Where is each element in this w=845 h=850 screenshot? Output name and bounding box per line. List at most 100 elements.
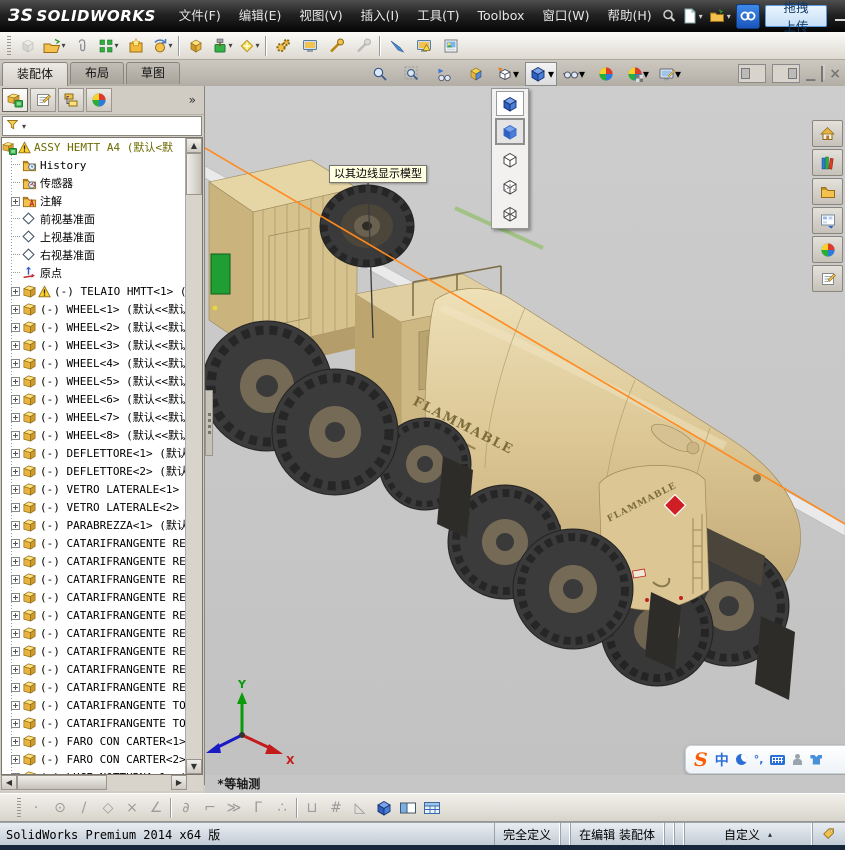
tree-row[interactable]: (-) WHEEL<2> (默认<<默认 (2, 318, 188, 336)
expander-icon[interactable] (11, 413, 20, 422)
tree-row[interactable]: (-) WHEEL<7> (默认<<默认 (2, 408, 188, 426)
hide-show-items-icon[interactable]: ▾ (559, 62, 589, 86)
scroll-up-icon[interactable]: ▲ (186, 138, 202, 153)
graphics-viewport[interactable]: FLAMMABLE (205, 86, 845, 775)
chevron-down-icon[interactable]: ▾ (643, 67, 649, 81)
chevron-down-icon[interactable]: ▾ (727, 12, 731, 21)
tree-row[interactable]: (-) CATARIFRANGENTE RET (2, 588, 188, 606)
tree-row[interactable]: (-) CATARIFRANGENTE RET (2, 534, 188, 552)
new-document-icon[interactable]: ▾ (682, 8, 703, 24)
tree-row[interactable]: (-) WHEEL<3> (默认<<默认 (2, 336, 188, 354)
expander-icon[interactable] (11, 377, 20, 386)
assembly-xpert-icon[interactable] (323, 34, 350, 58)
viewport-table-icon[interactable] (420, 797, 444, 819)
expander-icon[interactable] (11, 431, 20, 440)
menu-insert[interactable]: 插入(I) (352, 0, 408, 32)
menu-toolbox[interactable]: Toolbox (469, 0, 534, 32)
wireframe-icon[interactable] (496, 201, 524, 226)
reference-geometry-icon[interactable]: ▾ (236, 34, 263, 58)
drag-upload-button[interactable]: 拖拽上传 (765, 5, 828, 27)
tree-row[interactable]: (-) CATARIFRANGENTE RET (2, 606, 188, 624)
tree-row[interactable]: (-) FARO CON CARTER<2> (2, 750, 188, 768)
scroll-down-icon[interactable]: ▼ (186, 759, 202, 774)
assembly-features-icon[interactable]: ▾ (209, 34, 236, 58)
spare-tire[interactable] (320, 185, 414, 267)
zoom-to-fit-icon[interactable] (365, 62, 395, 86)
overflow-chevron-icon[interactable]: » (189, 93, 202, 107)
view-settings-icon[interactable]: ▾ (655, 62, 685, 86)
custom-properties-icon[interactable] (812, 265, 843, 292)
expander-icon[interactable] (11, 737, 20, 746)
tree-row[interactable]: (-) PARABREZZA<1> (默认 (2, 516, 188, 534)
expander-icon[interactable] (11, 593, 20, 602)
design-library-icon[interactable] (812, 149, 843, 176)
menu-help[interactable]: 帮助(H) (599, 0, 661, 32)
menu-window[interactable]: 窗口(W) (533, 0, 598, 32)
tree-row[interactable]: 16">注解 (2, 192, 188, 210)
tree-row[interactable]: ASSY HEMTT A4 (默认<默 (2, 138, 188, 156)
soft-keyboard-icon[interactable] (770, 755, 785, 765)
cloud-link-icon[interactable] (736, 4, 760, 29)
menu-file[interactable]: 文件(F) (170, 0, 230, 32)
menu-edit[interactable]: 编辑(E) (230, 0, 291, 32)
displaymanager-tab-icon[interactable] (86, 88, 112, 112)
expander-icon[interactable] (11, 287, 20, 296)
expander-icon[interactable] (11, 539, 20, 548)
scroll-thumb[interactable] (186, 153, 202, 195)
expander-icon[interactable] (11, 575, 20, 584)
tree-row[interactable]: (-) CATARIFRANGENTE RET (2, 678, 188, 696)
tree-row[interactable]: (-) WHEEL<4> (默认<<默认 (2, 354, 188, 372)
file-explorer-icon[interactable] (812, 178, 843, 205)
expander-icon[interactable] (11, 467, 20, 476)
chevron-down-icon[interactable]: ▾ (61, 41, 65, 50)
tree-row[interactable]: (-) DEFLETTORE<1> (默认 (2, 444, 188, 462)
pane-left-icon[interactable] (738, 64, 766, 83)
propertymanager-tab-icon[interactable] (30, 88, 56, 112)
chevron-down-icon[interactable]: ▾ (675, 67, 681, 81)
expander-icon[interactable] (11, 521, 20, 530)
filter-funnel-icon[interactable] (6, 118, 19, 134)
tree-row[interactable]: (-) WHEEL<6> (默认<<默认 (2, 390, 188, 408)
wheel[interactable] (272, 369, 398, 495)
assembly-visualization-icon[interactable]: 16"> (410, 34, 437, 58)
tab-sketch[interactable]: 草图 (126, 62, 180, 84)
show-hidden-components-icon[interactable] (182, 34, 209, 58)
chevron-down-icon[interactable]: ▾ (579, 67, 585, 81)
display-style-icon[interactable]: ▾ (525, 62, 557, 86)
minimize-button[interactable] (832, 8, 845, 24)
tree-row[interactable]: (-) TELAIO HMTT<1> ( (2, 282, 188, 300)
tree-row[interactable]: (-) VETRO LATERALE<1> ( (2, 480, 188, 498)
exploded-view-icon[interactable] (269, 34, 296, 58)
doc-minimize-icon[interactable]: ▁ (806, 67, 815, 81)
menu-view[interactable]: 视图(V) (290, 0, 351, 32)
expander-icon[interactable] (11, 665, 20, 674)
tree-vertical-scrollbar[interactable]: ▲ ▼ (185, 138, 202, 774)
tree-horizontal-scrollbar[interactable]: ◀ ▶ (1, 775, 203, 791)
move-component-icon[interactable]: ▾ (149, 34, 176, 58)
tree-row[interactable]: (-) CATARIFRANGENTE TON (2, 714, 188, 732)
expander-icon[interactable] (11, 359, 20, 368)
tree-row[interactable]: (-) LUCE NOTTURNA<1> (默 (2, 768, 188, 775)
halfwidth-moon-icon[interactable] (736, 754, 747, 765)
menu-tools[interactable]: 工具(T) (408, 0, 468, 32)
tree-row[interactable]: (-) WHEEL<1> (默认<<默认 (2, 300, 188, 318)
scroll-right-icon[interactable]: ▶ (171, 775, 187, 790)
expander-icon[interactable] (11, 719, 20, 728)
skin-icon[interactable] (810, 755, 822, 765)
tag-icon[interactable] (812, 823, 845, 845)
measure-icon[interactable] (383, 34, 410, 58)
tree-filter[interactable]: ▾ (2, 116, 202, 136)
pane-right-icon[interactable] (772, 64, 800, 83)
expander-icon[interactable] (11, 197, 20, 206)
tree-row[interactable]: (-) CATARIFRANGENTE RET (2, 660, 188, 678)
configurationmanager-tab-icon[interactable] (58, 88, 84, 112)
expander-icon[interactable] (11, 503, 20, 512)
expander-icon[interactable] (11, 629, 20, 638)
shaded-icon[interactable] (495, 118, 525, 145)
unit-system-selector[interactable]: 自定义 ▴ (684, 823, 812, 845)
chevron-down-icon[interactable]: ▾ (22, 122, 26, 131)
sogou-logo[interactable]: S (694, 749, 708, 771)
tree-row[interactable]: (-) VETRO LATERALE<2> ( (2, 498, 188, 516)
tree-row[interactable]: (-) CATARIFRANGENTE TON (2, 696, 188, 714)
expander-icon[interactable] (11, 683, 20, 692)
